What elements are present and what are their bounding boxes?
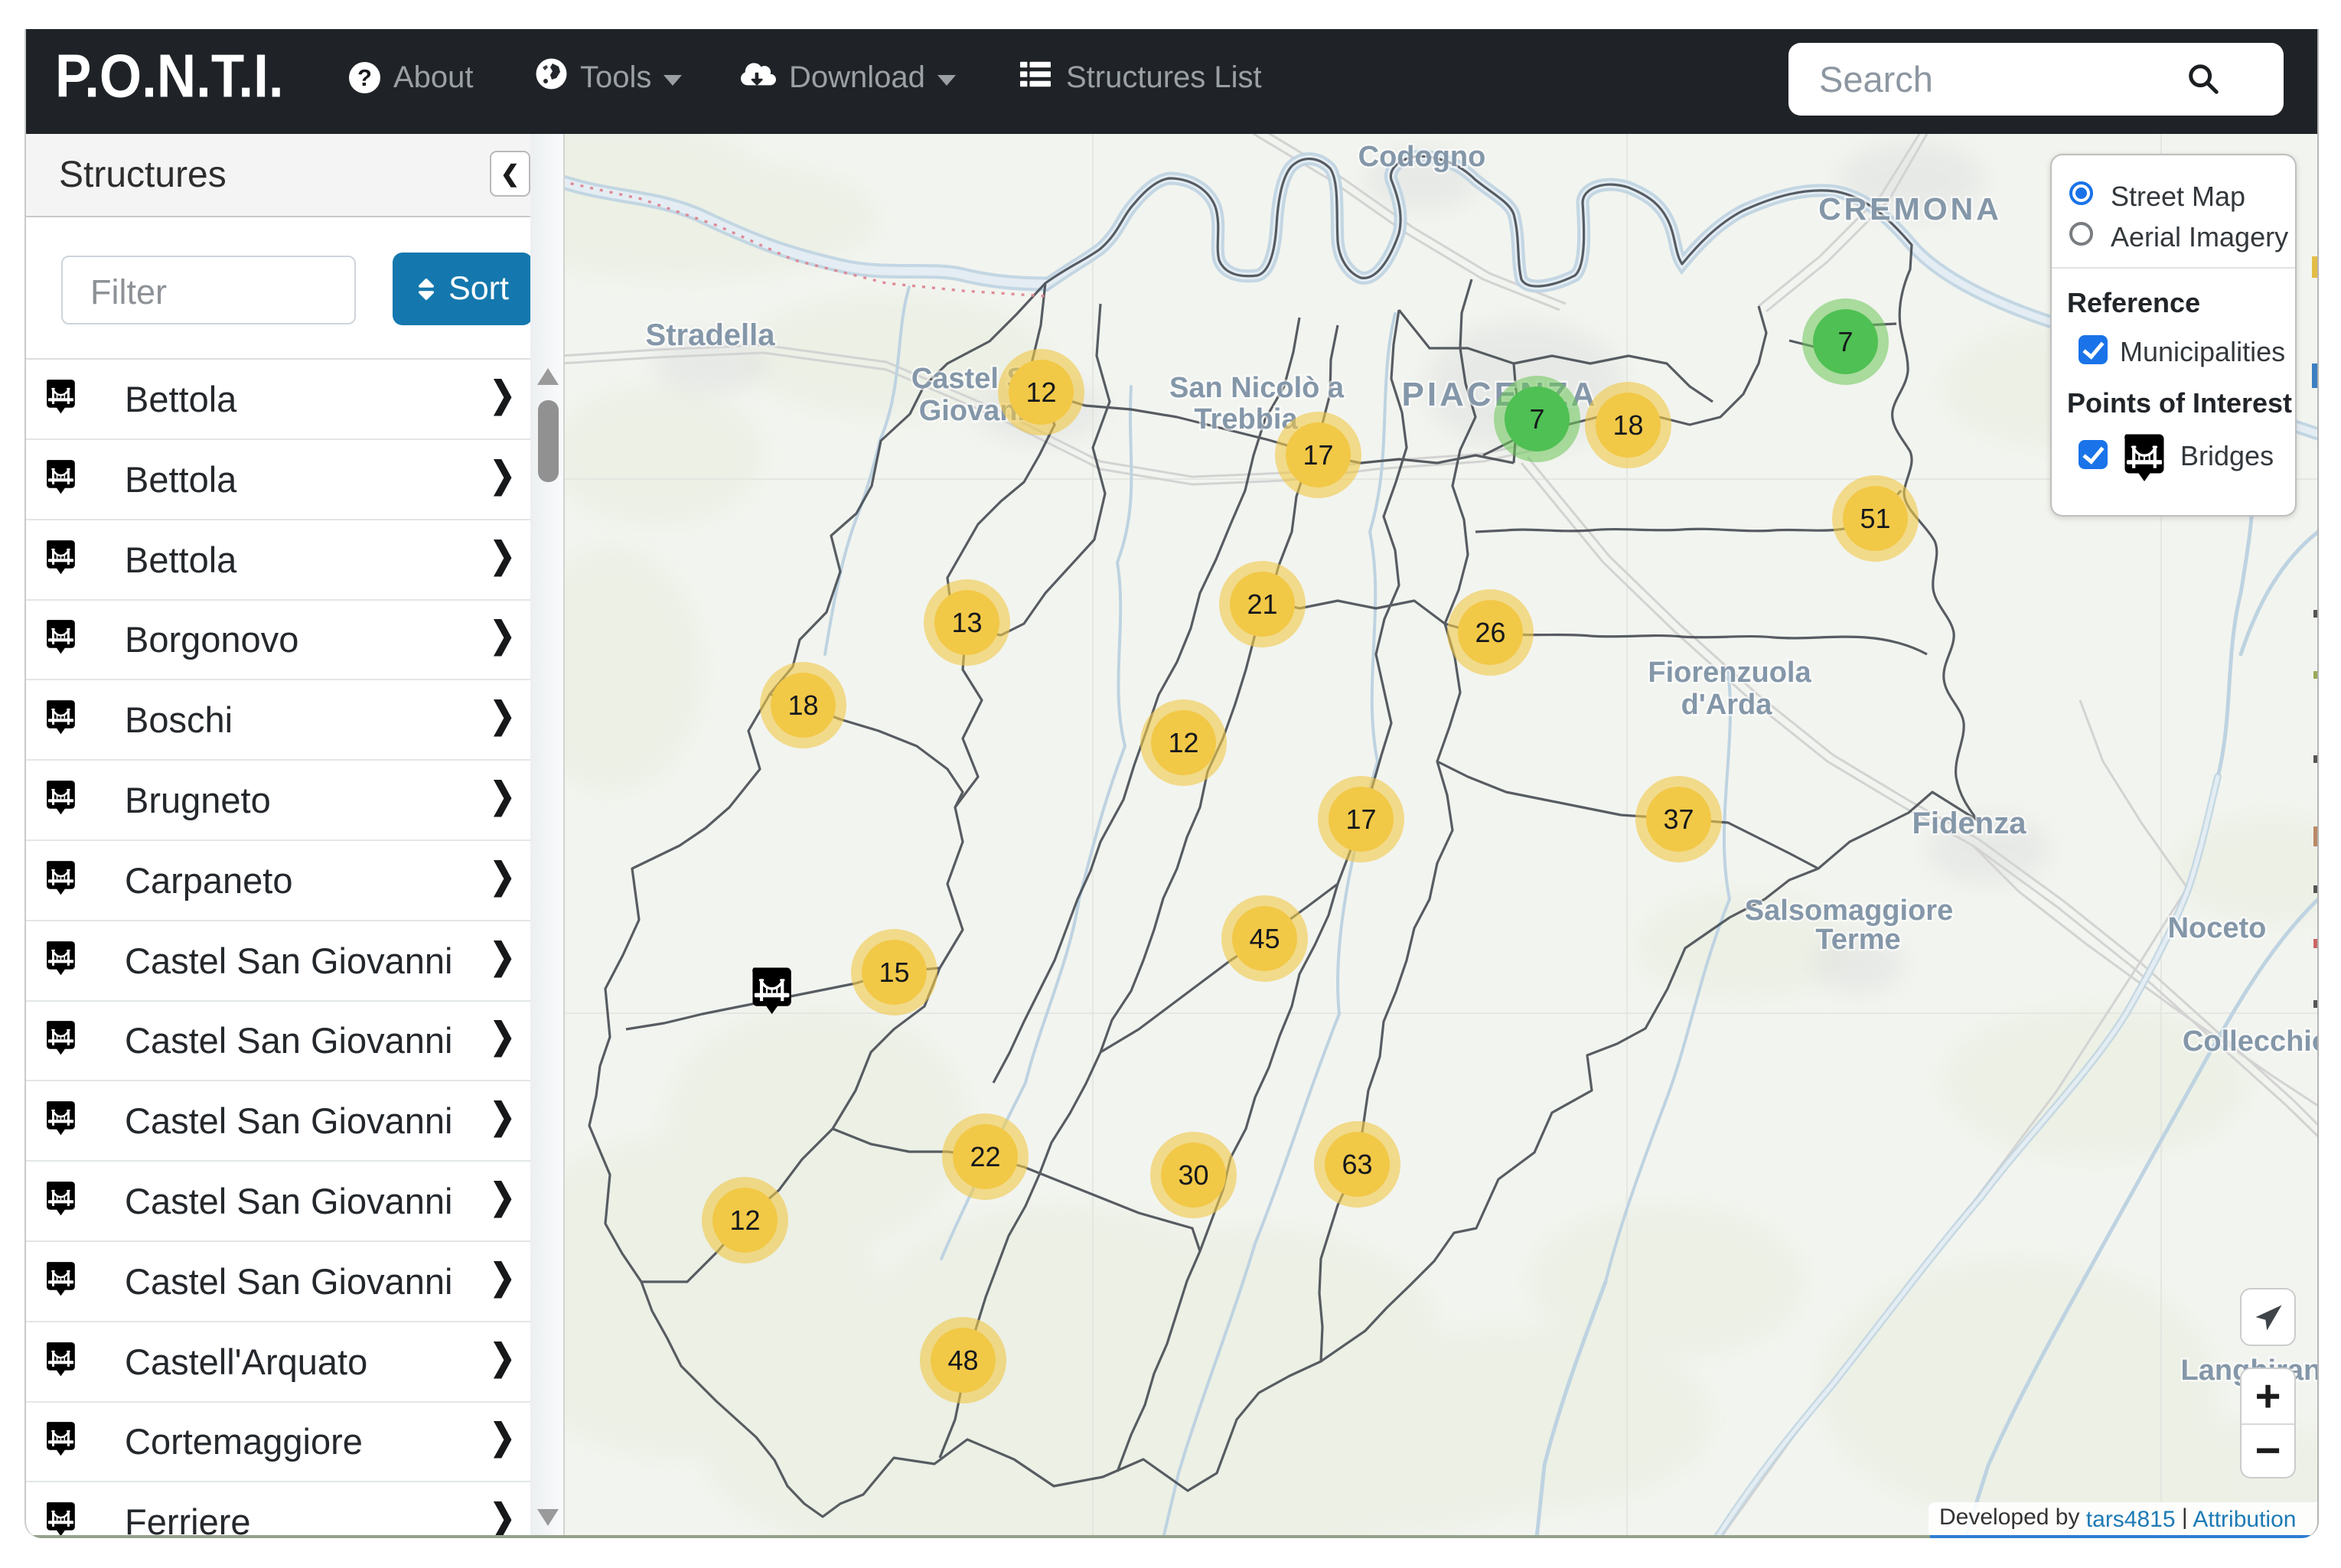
svg-text:Terme: Terme	[1815, 924, 1900, 956]
svg-text:Fiorenzuola: Fiorenzuola	[1648, 657, 1811, 689]
svg-text:Collecchio: Collecchio	[2183, 1025, 2317, 1058]
svg-text:Noceto: Noceto	[2168, 912, 2267, 944]
svg-text:Fidenza: Fidenza	[1912, 807, 2027, 840]
svg-text:d'Arda: d'Arda	[1681, 689, 1773, 721]
svg-text:Salsomaggiore: Salsomaggiore	[1745, 895, 1953, 927]
svg-text:CREMONA: CREMONA	[1818, 191, 2002, 227]
svg-text:Stradella: Stradella	[646, 318, 776, 352]
svg-text:Codogno: Codogno	[1358, 141, 1486, 173]
svg-text:San Nicolò a: San Nicolò a	[1169, 372, 1345, 404]
